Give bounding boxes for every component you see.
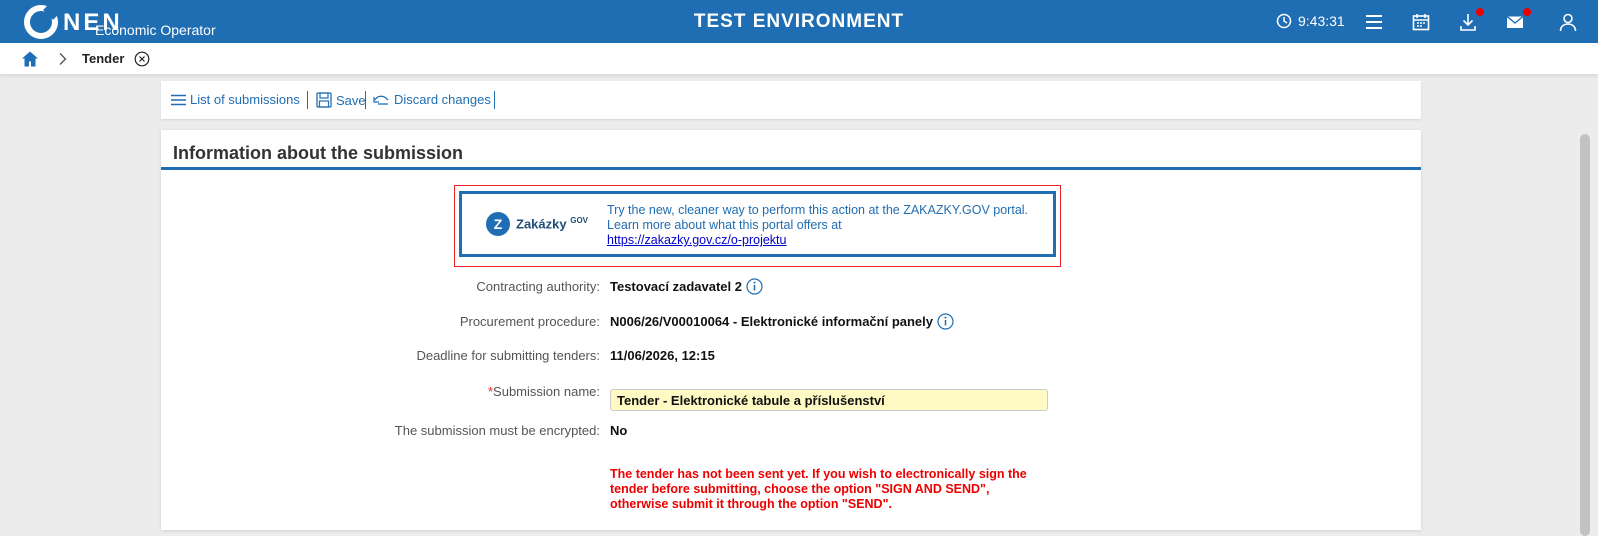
toolbar-divider [365,91,366,109]
save-label: Save [336,92,366,108]
deadline-value: 11/06/2026, 12:15 [610,348,715,363]
download-icon[interactable] [1458,8,1484,32]
mail-icon[interactable] [1505,8,1531,32]
toolbar-divider [307,91,308,109]
download-notification-dot [1476,8,1484,16]
breadcrumb: Tender [0,43,1598,75]
calendar-icon[interactable] [1411,12,1431,32]
list-icon [171,94,186,105]
top-header: NEN Economic Operator TEST ENVIRONMENT 9… [0,0,1598,43]
page-scrollbar[interactable] [1580,134,1590,536]
discard-changes-button[interactable]: Discard changes [373,92,491,107]
procurement-procedure-value: N006/26/V00010064 - Elektronické informa… [610,313,954,330]
deadline-label: Deadline for submitting tenders: [416,348,600,363]
user-icon[interactable] [1558,12,1578,32]
promo-line-1: Try the new, cleaner way to perform this… [607,203,1029,217]
discard-changes-label: Discard changes [394,92,491,107]
info-icon[interactable] [746,278,763,295]
encryption-label: The submission must be encrypted: [394,423,600,438]
menu-icon[interactable] [1364,12,1384,32]
submission-warning: The tender has not been sent yet. If you… [610,467,1027,511]
save-icon [316,92,332,108]
section-title: Information about the submission [173,143,464,163]
close-tab-icon[interactable] [134,51,150,67]
submission-name-input[interactable] [610,389,1048,411]
home-icon[interactable] [21,50,39,68]
save-button[interactable]: Save [316,92,366,108]
info-icon[interactable] [937,313,954,330]
contracting-authority-value: Testovací zadavatel 2 [610,278,763,295]
toolbar-divider [494,91,495,109]
zakazky-logo: Z Zakázky GOV [486,212,588,236]
mail-notification-dot [1523,8,1531,16]
environment-title: TEST ENVIRONMENT [693,11,905,32]
encryption-value: No [610,423,628,438]
nen-logo-icon [24,5,58,39]
clock-time: 9:43:31 [1298,13,1345,29]
zakazky-promo-banner: Z Zakázky GOV Try the new, cleaner way t… [459,191,1056,257]
chevron-right-icon [59,53,67,65]
promo-text: Try the new, cleaner way to perform this… [607,203,1028,248]
promo-banner-highlight: Z Zakázky GOV Try the new, cleaner way t… [454,185,1061,267]
section-underline [161,167,1421,170]
undo-icon [373,95,389,105]
list-of-submissions-button[interactable]: List of submissions [171,92,300,107]
clock-icon [1276,13,1292,29]
contracting-authority-label: Contracting authority: [476,279,600,294]
breadcrumb-current: Tender [82,51,125,66]
promo-link[interactable]: https://zakazky.gov.cz/o-projektu [607,233,786,247]
action-toolbar: List of submissions Save Discard changes [161,81,1421,119]
list-of-submissions-label: List of submissions [190,92,300,107]
session-clock: 9:43:31 [1276,13,1345,29]
submission-name-label: *Submission name: [487,384,600,399]
zakazky-logo-icon: Z [486,212,510,236]
promo-line-2: Learn more about what this portal offers… [607,218,842,232]
zakazky-brand: Zakázky GOV [516,216,588,232]
procurement-procedure-label: Procurement procedure: [459,314,600,329]
logo-subtitle: Economic Operator [95,22,216,38]
